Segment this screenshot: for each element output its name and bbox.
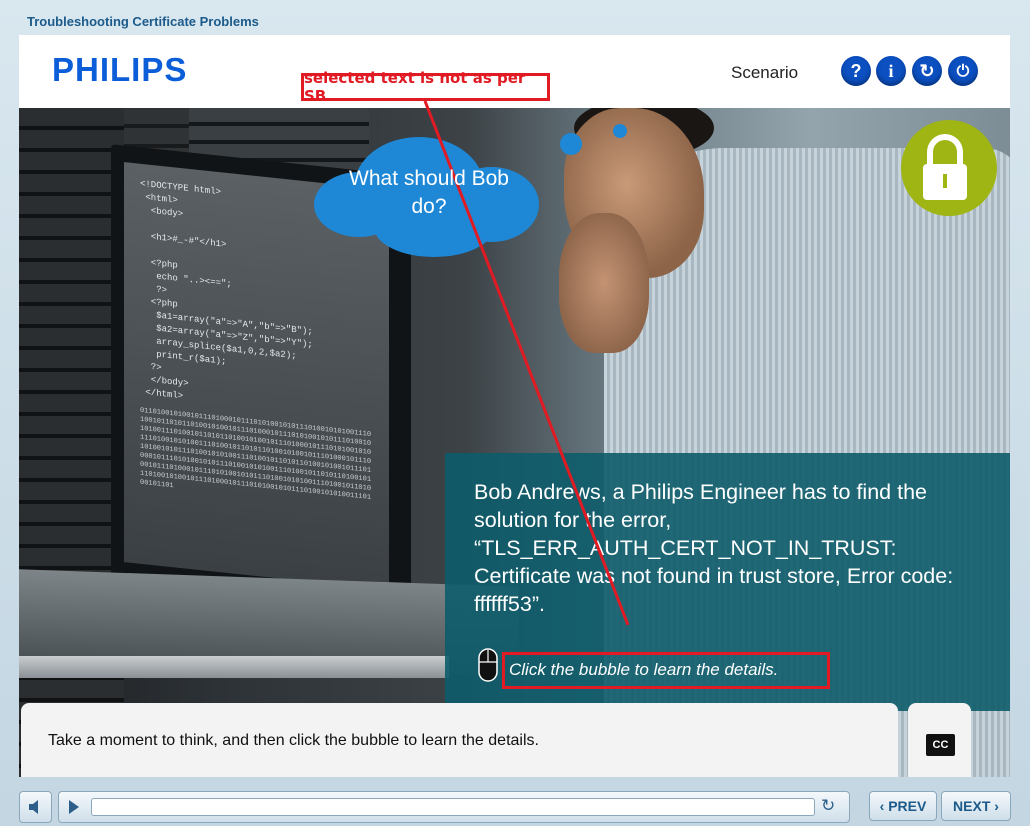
prev-button[interactable]: ‹ PREV	[869, 791, 937, 821]
power-icon: ⏻	[956, 61, 970, 80]
closed-caption-button[interactable]: CC	[926, 734, 955, 756]
section-label: Scenario	[731, 63, 799, 82]
info-text: Bob Andrews, a Philips Engineer has to f…	[474, 480, 954, 616]
review-annotation: selected text is not as per SB	[301, 69, 550, 105]
player-controls: ↻ ‹ PREV NEXT ›	[0, 786, 1030, 826]
philips-logo: PHILIPS	[52, 51, 188, 88]
next-button[interactable]: NEXT ›	[941, 791, 1011, 821]
info-panel: Bob Andrews, a Philips Engineer has to f…	[445, 453, 1010, 711]
replay-icon[interactable]: ↻	[821, 797, 839, 815]
binary-text: 0110100101001011101000101110101001010111…	[140, 406, 372, 503]
info-icon: i	[888, 60, 894, 81]
hint-text: Click the bubble to learn the details.	[509, 660, 779, 679]
player-window: Troubleshooting Certificate Problems PHI…	[0, 0, 1030, 826]
cc-panel: CC	[908, 703, 971, 777]
caption-panel: Take a moment to think, and then click t…	[21, 703, 898, 777]
volume-button[interactable]	[19, 791, 52, 823]
thought-bubble[interactable]: What should Bob do?	[314, 127, 544, 257]
speaker-icon	[28, 800, 38, 814]
refresh-button[interactable]: ↻	[912, 56, 942, 86]
help-icon: ?	[850, 60, 862, 81]
info-button[interactable]: i	[876, 56, 906, 86]
progress-track[interactable]	[91, 798, 815, 816]
refresh-icon: ↻	[919, 60, 935, 81]
rack-rail	[19, 656, 449, 678]
lock-icon	[901, 120, 997, 216]
help-button[interactable]: ?	[841, 56, 871, 86]
mouse-icon	[478, 648, 498, 682]
play-icon[interactable]	[69, 800, 79, 814]
slide: PHILIPS Scenario ? i ↻ ⏻ <!DOCTYPE html>…	[19, 35, 1010, 777]
power-button[interactable]: ⏻	[948, 56, 978, 86]
caption-text: Take a moment to think, and then click t…	[48, 732, 539, 749]
bubble-text: What should Bob do?	[349, 167, 509, 218]
thought-dot	[560, 133, 582, 155]
course-title: Troubleshooting Certificate Problems	[27, 14, 259, 29]
thought-dot	[613, 124, 627, 138]
engineer-hand	[559, 213, 649, 353]
playback-bar: ↻	[58, 791, 850, 823]
scene-image: <!DOCTYPE html> <html> <body> <h1>#_-#"<…	[19, 108, 1010, 777]
